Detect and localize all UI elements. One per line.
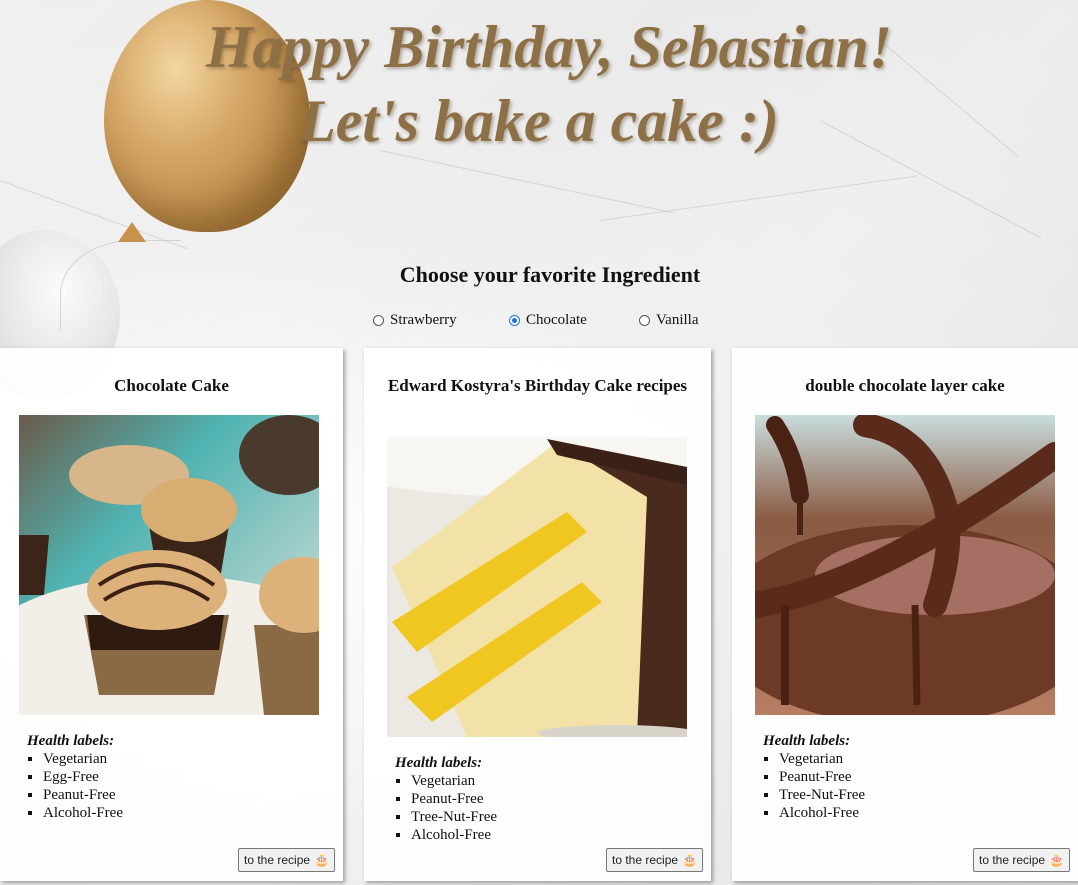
radio-chocolate[interactable]: Chocolate (509, 312, 587, 329)
recipe-image-cupcakes (19, 415, 319, 715)
health-labels-list: Vegetarian Egg-Free Peanut-Free Alcohol-… (27, 750, 123, 822)
health-label-item: Tree-Nut-Free (779, 786, 865, 804)
health-labels: Health labels: Vegetarian Peanut-Free Tr… (763, 732, 865, 822)
health-label-item: Peanut-Free (43, 786, 123, 804)
ingredient-radio-group: Strawberry Chocolate Vanilla (372, 312, 752, 330)
recipe-image-chocolate-whisk (755, 415, 1055, 715)
to-the-recipe-button[interactable]: to the recipe 🎂 (606, 848, 703, 872)
health-label-item: Tree-Nut-Free (411, 808, 497, 826)
recipe-title: Chocolate Cake (114, 376, 229, 395)
radio-strawberry[interactable]: Strawberry (373, 312, 457, 329)
cake-icon: 🎂 (314, 853, 329, 867)
health-label-item: Vegetarian (43, 750, 123, 768)
recipe-button-label: to the recipe (612, 853, 679, 867)
recipe-image-layer-cake (387, 437, 687, 737)
recipe-card: double chocolate layer cake Health label… (732, 348, 1078, 881)
radio-label-vanilla: Vanilla (656, 312, 699, 328)
health-label-item: Alcohol-Free (411, 826, 497, 844)
health-label-item: Vegetarian (779, 750, 865, 768)
marble-vein (379, 150, 674, 214)
recipe-button-label: to the recipe (244, 853, 311, 867)
health-label-item: Alcohol-Free (43, 804, 123, 822)
radio-button-chocolate[interactable] (509, 315, 520, 326)
title-line-2: Let's bake a cake :) (299, 88, 779, 154)
radio-vanilla[interactable]: Vanilla (639, 312, 699, 329)
title-line-1: Happy Birthday, Sebastian! (205, 14, 893, 80)
health-labels: Health labels: Vegetarian Peanut-Free Tr… (395, 754, 497, 844)
radio-label-strawberry: Strawberry (390, 312, 457, 328)
recipe-title: Edward Kostyra's Birthday Cake recipes (387, 376, 688, 395)
health-labels-title: Health labels: (27, 733, 115, 749)
recipe-card: Edward Kostyra's Birthday Cake recipes H… (364, 348, 711, 881)
health-label-item: Peanut-Free (779, 768, 865, 786)
radio-button-strawberry[interactable] (373, 315, 384, 326)
health-labels-title: Health labels: (395, 755, 483, 771)
recipe-button-label: to the recipe (979, 853, 1046, 867)
page-title: Happy Birthday, Sebastian! Let's bake a … (0, 10, 1078, 158)
health-label-item: Egg-Free (43, 768, 123, 786)
health-labels: Health labels: Vegetarian Egg-Free Peanu… (27, 732, 123, 822)
ingredient-heading: Choose your favorite Ingredient (399, 262, 701, 287)
recipe-title: double chocolate layer cake (805, 376, 1005, 395)
health-labels-title: Health labels: (763, 733, 851, 749)
health-label-item: Alcohol-Free (779, 804, 865, 822)
ingredient-chooser: Choose your favorite Ingredient Strawber… (300, 262, 800, 328)
to-the-recipe-button[interactable]: to the recipe 🎂 (238, 848, 335, 872)
cake-icon: 🎂 (682, 853, 697, 867)
cake-icon: 🎂 (1049, 853, 1064, 867)
radio-button-vanilla[interactable] (639, 315, 650, 326)
radio-label-chocolate: Chocolate (526, 312, 587, 328)
recipe-card: Chocolate Cake Health labels: ▪ Vegetari… (0, 348, 343, 881)
health-label-item: Peanut-Free (411, 790, 497, 808)
health-labels-list: Vegetarian Peanut-Free Tree-Nut-Free Alc… (395, 772, 497, 844)
health-labels-list: Vegetarian Peanut-Free Tree-Nut-Free Alc… (763, 750, 865, 822)
health-label-item: Vegetarian (411, 772, 497, 790)
marble-vein (599, 175, 917, 221)
to-the-recipe-button[interactable]: to the recipe 🎂 (973, 848, 1070, 872)
